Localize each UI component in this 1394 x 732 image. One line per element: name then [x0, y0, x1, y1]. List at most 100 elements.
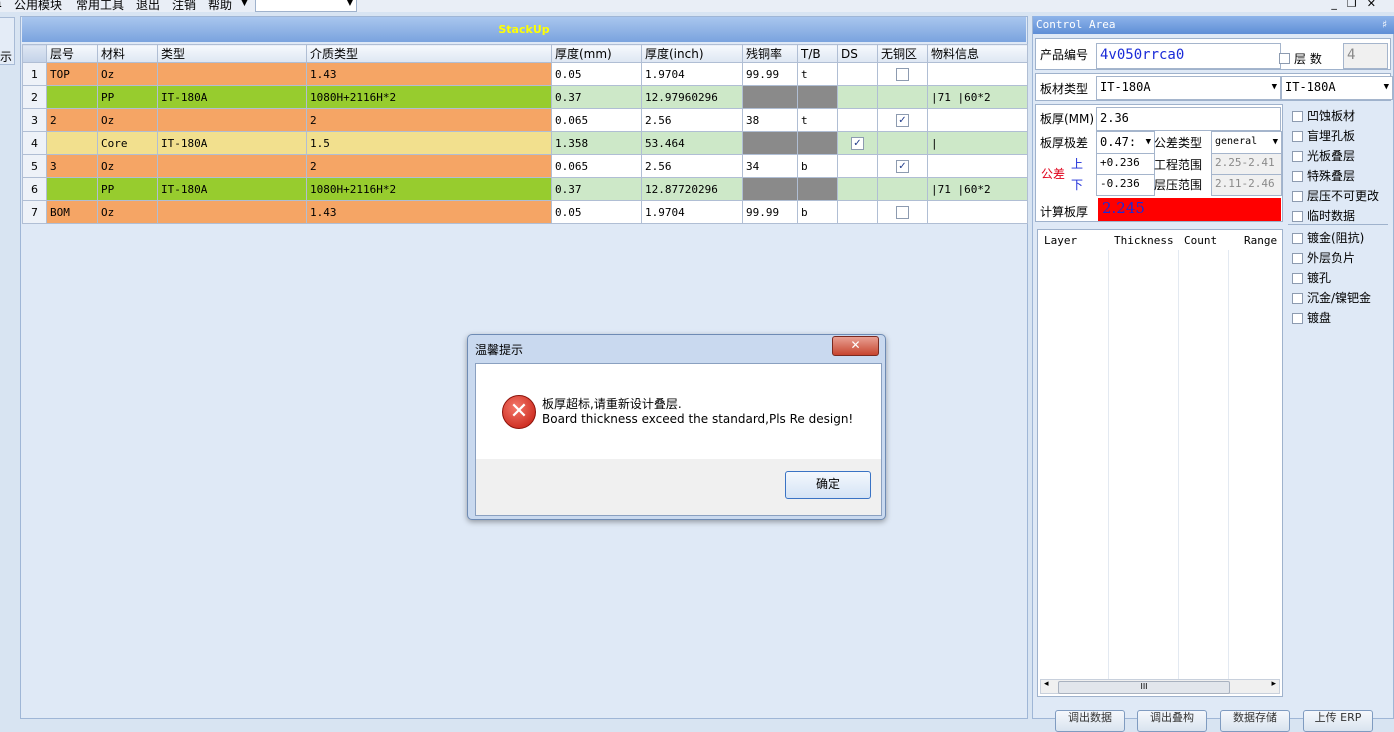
cell-layer[interactable] — [46, 177, 98, 201]
cell-type[interactable]: IT-180A — [157, 177, 307, 201]
minimize-icon[interactable]: _ — [1331, 0, 1347, 10]
product-no-input[interactable]: 4v050rrca0 — [1096, 43, 1281, 69]
cell-thickness-mm[interactable]: 1.358 — [551, 131, 642, 155]
cell-layer[interactable] — [46, 85, 98, 109]
col-header[interactable]: Count — [1184, 234, 1217, 247]
checkbox[interactable] — [1292, 211, 1303, 222]
cell-ds[interactable] — [837, 177, 878, 201]
cell-material-info[interactable]: | — [927, 131, 1028, 155]
option-enig-enepig[interactable]: 沉金/镍钯金 — [1292, 289, 1371, 306]
option-etchback[interactable]: 凹蚀板材 — [1292, 107, 1355, 124]
cell-layer[interactable]: 3 — [46, 154, 98, 178]
cell-material[interactable]: PP — [97, 85, 158, 109]
cell-thickness-inch[interactable]: 53.464 — [641, 131, 743, 155]
col-header[interactable]: T/B — [797, 44, 838, 63]
table-row[interactable]: 7 BOM Oz 1.43 0.05 1.9704 99.99 b — [22, 200, 1028, 224]
cell-copper-ratio[interactable] — [742, 177, 798, 201]
cell-copper-ratio[interactable]: 99.99 — [742, 62, 798, 86]
cell-thickness-inch[interactable]: 12.97960296 — [641, 85, 743, 109]
row-number[interactable]: 7 — [22, 200, 47, 224]
ok-button[interactable]: 确定 — [785, 471, 871, 499]
cell-copper-ratio[interactable]: 38 — [742, 108, 798, 132]
cell-material[interactable]: PP — [97, 177, 158, 201]
cell-material[interactable]: Core — [97, 131, 158, 155]
col-header[interactable]: 厚度(mm) — [551, 44, 642, 63]
cell-ds[interactable] — [837, 154, 878, 178]
corner-cell[interactable] — [22, 44, 47, 63]
cell-material-info[interactable] — [927, 62, 1028, 86]
row-number[interactable]: 5 — [22, 154, 47, 178]
checkbox[interactable] — [896, 67, 909, 81]
cell-type[interactable]: IT-180A — [157, 131, 307, 155]
option-special-stack[interactable]: 特殊叠层 — [1292, 167, 1355, 184]
cell-thickness-inch[interactable]: 2.56 — [641, 154, 743, 178]
checkbox[interactable] — [1292, 253, 1303, 264]
menu-item-common-modules[interactable]: 公用模块 — [14, 0, 62, 12]
cell-thickness-inch[interactable]: 12.87720296 — [641, 177, 743, 201]
checkbox[interactable] — [896, 205, 909, 219]
option-plated-hole[interactable]: 镀孔 — [1292, 269, 1331, 286]
cell-ds[interactable] — [837, 62, 878, 86]
restore-icon[interactable]: ❐ — [1347, 0, 1367, 10]
menu-combo[interactable]: ▼ — [255, 0, 357, 12]
cell-material-info[interactable]: |71 |60*2 — [927, 85, 1028, 109]
cell-copper-ratio[interactable] — [742, 131, 798, 155]
cell-copper-ratio[interactable]: 99.99 — [742, 200, 798, 224]
scroll-right-icon[interactable]: ▸ — [1271, 679, 1276, 689]
col-header[interactable]: 材料 — [97, 44, 158, 63]
option-bare-stack[interactable]: 光板叠层 — [1292, 147, 1355, 164]
cell-layer[interactable]: BOM — [46, 200, 98, 224]
cell-thickness-mm[interactable]: 0.065 — [551, 154, 642, 178]
layer-thickness-table[interactable] — [1037, 229, 1283, 697]
table-row[interactable]: 3 2 Oz 2 0.065 2.56 38 t ✓ — [22, 108, 1028, 132]
cell-no-copper[interactable]: ✓ — [877, 154, 928, 178]
option-lamination-locked[interactable]: 层压不可更改 — [1292, 187, 1379, 204]
cell-dielectric[interactable]: 1080H+2116H*2 — [306, 85, 552, 109]
cell-material[interactable]: Oz — [97, 62, 158, 86]
cell-no-copper[interactable] — [877, 85, 928, 109]
cell-thickness-mm[interactable]: 0.37 — [551, 177, 642, 201]
menu-item-tools[interactable]: 常用工具 — [76, 0, 124, 12]
cell-tb[interactable]: b — [797, 154, 838, 178]
table-row[interactable]: 2 PP IT-180A 1080H+2116H*2 0.37 12.97960… — [22, 85, 1028, 109]
checkbox-checked[interactable]: ✓ — [896, 159, 909, 173]
cell-no-copper[interactable] — [877, 62, 928, 86]
cell-ds[interactable]: ✓ — [837, 131, 878, 155]
option-temp-data[interactable]: 临时数据 — [1292, 207, 1355, 224]
checkbox[interactable] — [1292, 313, 1303, 324]
cell-thickness-inch[interactable]: 1.9704 — [641, 62, 743, 86]
row-number[interactable]: 6 — [22, 177, 47, 201]
col-header[interactable]: DS — [837, 44, 878, 63]
table-row[interactable]: 4 Core IT-180A 1.5 1.358 53.464 ✓ | — [22, 131, 1028, 155]
cell-tb[interactable] — [797, 131, 838, 155]
col-header[interactable]: 厚度(inch) — [641, 44, 743, 63]
cell-dielectric[interactable]: 1.43 — [306, 200, 552, 224]
checkbox-checked[interactable]: ✓ — [896, 113, 909, 127]
cell-tb[interactable] — [797, 177, 838, 201]
cell-no-copper[interactable] — [877, 177, 928, 201]
option-blind-buried[interactable]: 盲埋孔板 — [1292, 127, 1355, 144]
row-number[interactable]: 2 — [22, 85, 47, 109]
col-header[interactable]: 介质类型 — [306, 44, 552, 63]
menu-item-help[interactable]: 帮助 — [208, 0, 232, 12]
cell-type[interactable] — [157, 62, 307, 86]
cell-material-info[interactable] — [927, 200, 1028, 224]
cell-tb[interactable]: t — [797, 108, 838, 132]
col-header[interactable]: 物料信息 — [927, 44, 1028, 63]
cell-type[interactable] — [157, 108, 307, 132]
cell-thickness-mm[interactable]: 0.37 — [551, 85, 642, 109]
cell-dielectric[interactable]: 2 — [306, 108, 552, 132]
checkbox[interactable] — [1292, 111, 1303, 122]
cell-tb[interactable] — [797, 85, 838, 109]
menu-item-logout[interactable]: 注销 — [172, 0, 196, 12]
scroll-left-icon[interactable]: ◂ — [1044, 679, 1049, 689]
col-header[interactable]: 无铜区 — [877, 44, 928, 63]
cell-type[interactable]: IT-180A — [157, 85, 307, 109]
col-header[interactable]: 层号 — [46, 44, 98, 63]
cell-layer[interactable] — [46, 131, 98, 155]
load-stackup-button[interactable]: 调出叠构 — [1137, 710, 1207, 732]
cell-dielectric[interactable]: 1.5 — [306, 131, 552, 155]
cell-material[interactable]: Oz — [97, 200, 158, 224]
table-row[interactable]: 5 3 Oz 2 0.065 2.56 34 b ✓ — [22, 154, 1028, 178]
left-side-tab[interactable]: 示 — [0, 17, 15, 65]
